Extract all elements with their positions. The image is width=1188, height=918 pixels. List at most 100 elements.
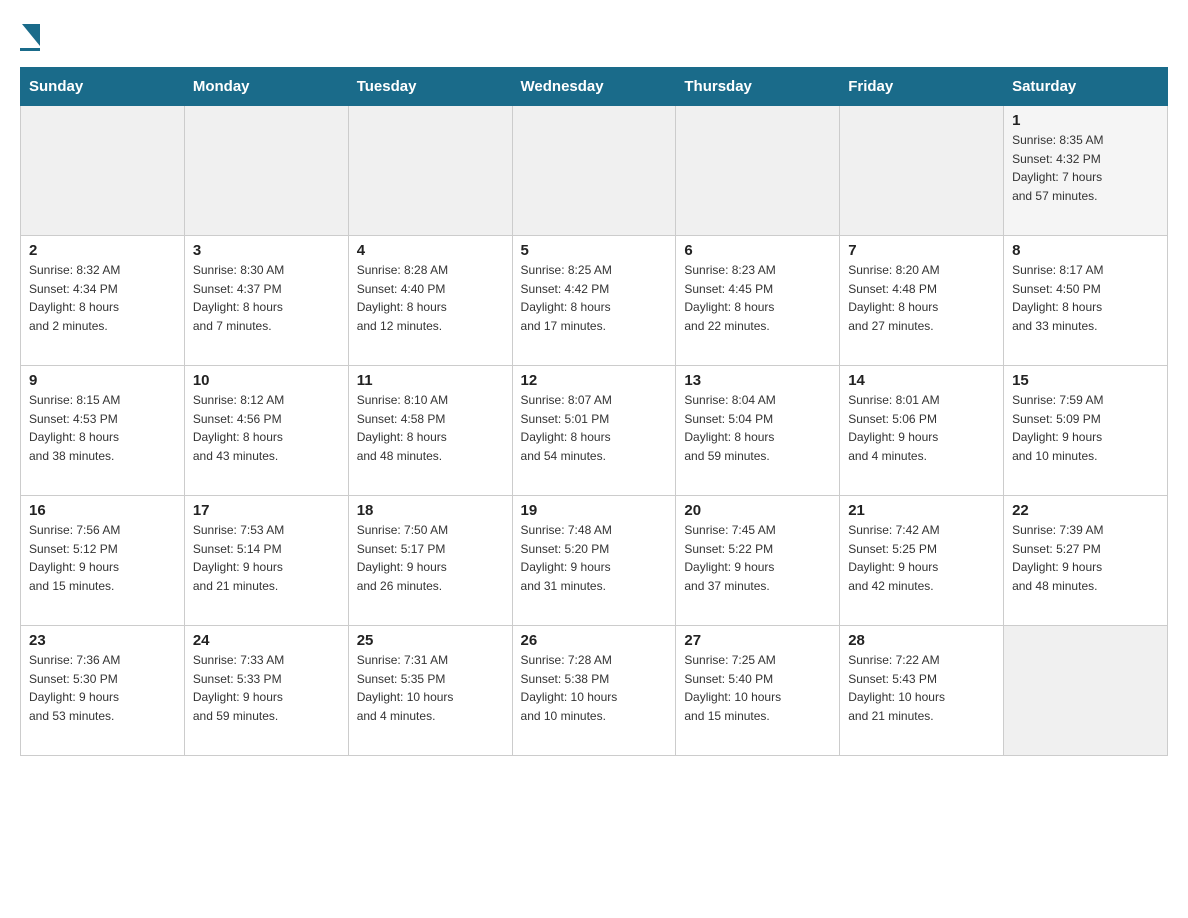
calendar-cell: 17 Sunrise: 7:53 AM Sunset: 5:14 PM Dayli… <box>184 496 348 626</box>
day-info: Sunrise: 8:23 AM Sunset: 4:45 PM Dayligh… <box>684 263 775 333</box>
day-info: Sunrise: 7:53 AM Sunset: 5:14 PM Dayligh… <box>193 523 284 593</box>
calendar-week-row-4: 16 Sunrise: 7:56 AM Sunset: 5:12 PM Dayli… <box>21 496 1168 626</box>
day-info: Sunrise: 7:56 AM Sunset: 5:12 PM Dayligh… <box>29 523 120 593</box>
calendar-cell: 15 Sunrise: 7:59 AM Sunset: 5:09 PM Dayli… <box>1004 366 1168 496</box>
calendar-cell: 24 Sunrise: 7:33 AM Sunset: 5:33 PM Dayli… <box>184 626 348 756</box>
day-info: Sunrise: 7:45 AM Sunset: 5:22 PM Dayligh… <box>684 523 775 593</box>
day-number: 19 <box>521 502 668 519</box>
day-info: Sunrise: 7:28 AM Sunset: 5:38 PM Dayligh… <box>521 653 618 723</box>
day-number: 4 <box>357 242 504 259</box>
calendar-week-row-5: 23Sunrise: 7:36 AM Sunset: 5:30 PM Dayli… <box>21 626 1168 756</box>
weekday-header-tuesday: Tuesday <box>348 68 512 106</box>
weekday-header-sunday: Sunday <box>21 68 185 106</box>
day-info: Sunrise: 7:22 AM Sunset: 5:43 PM Dayligh… <box>848 653 945 723</box>
day-info: Sunrise: 8:35 AM Sunset: 4:32 PM Dayligh… <box>1012 133 1103 203</box>
weekday-header-wednesday: Wednesday <box>512 68 676 106</box>
calendar-cell: 18Sunrise: 7:50 AM Sunset: 5:17 PM Dayli… <box>348 496 512 626</box>
day-number: 14 <box>848 372 995 389</box>
calendar-cell: 12 Sunrise: 8:07 AM Sunset: 5:01 PM Dayli… <box>512 366 676 496</box>
day-number: 16 <box>29 502 176 519</box>
day-number: 17 <box>193 502 340 519</box>
logo-underline <box>20 48 40 51</box>
day-info: Sunrise: 8:17 AM Sunset: 4:50 PM Dayligh… <box>1012 263 1103 333</box>
calendar-cell: 19 Sunrise: 7:48 AM Sunset: 5:20 PM Dayli… <box>512 496 676 626</box>
calendar-cell: 16 Sunrise: 7:56 AM Sunset: 5:12 PM Dayli… <box>21 496 185 626</box>
day-number: 3 <box>193 242 340 259</box>
calendar-cell: 11Sunrise: 8:10 AM Sunset: 4:58 PM Dayli… <box>348 366 512 496</box>
calendar-cell: 4 Sunrise: 8:28 AM Sunset: 4:40 PM Daylig… <box>348 236 512 366</box>
calendar-cell <box>21 106 185 236</box>
day-info: Sunrise: 7:39 AM Sunset: 5:27 PM Dayligh… <box>1012 523 1103 593</box>
day-number: 11 <box>357 372 504 389</box>
day-info: Sunrise: 7:59 AM Sunset: 5:09 PM Dayligh… <box>1012 393 1103 463</box>
day-info: Sunrise: 8:12 AM Sunset: 4:56 PM Dayligh… <box>193 393 284 463</box>
day-info: Sunrise: 8:15 AM Sunset: 4:53 PM Dayligh… <box>29 393 120 463</box>
logo-arrow-icon <box>22 24 40 46</box>
calendar-cell: 8 Sunrise: 8:17 AM Sunset: 4:50 PM Daylig… <box>1004 236 1168 366</box>
weekday-header-row: SundayMondayTuesdayWednesdayThursdayFrid… <box>21 68 1168 106</box>
calendar-cell: 1 Sunrise: 8:35 AM Sunset: 4:32 PM Daylig… <box>1004 106 1168 236</box>
weekday-header-thursday: Thursday <box>676 68 840 106</box>
calendar-cell: 20 Sunrise: 7:45 AM Sunset: 5:22 PM Dayli… <box>676 496 840 626</box>
day-info: Sunrise: 7:25 AM Sunset: 5:40 PM Dayligh… <box>684 653 781 723</box>
day-info: Sunrise: 7:42 AM Sunset: 5:25 PM Dayligh… <box>848 523 939 593</box>
page-header <box>20 20 1168 51</box>
calendar-cell: 10 Sunrise: 8:12 AM Sunset: 4:56 PM Dayli… <box>184 366 348 496</box>
calendar-cell <box>348 106 512 236</box>
day-number: 22 <box>1012 502 1159 519</box>
day-number: 21 <box>848 502 995 519</box>
day-info: Sunrise: 8:25 AM Sunset: 4:42 PM Dayligh… <box>521 263 612 333</box>
day-info: Sunrise: 8:32 AM Sunset: 4:34 PM Dayligh… <box>29 263 120 333</box>
calendar-cell <box>184 106 348 236</box>
calendar-table: SundayMondayTuesdayWednesdayThursdayFrid… <box>20 67 1168 756</box>
day-number: 1 <box>1012 112 1159 129</box>
calendar-cell: 28 Sunrise: 7:22 AM Sunset: 5:43 PM Dayli… <box>840 626 1004 756</box>
calendar-cell <box>840 106 1004 236</box>
day-info: Sunrise: 7:48 AM Sunset: 5:20 PM Dayligh… <box>521 523 612 593</box>
day-info: Sunrise: 8:07 AM Sunset: 5:01 PM Dayligh… <box>521 393 612 463</box>
day-number: 6 <box>684 242 831 259</box>
weekday-header-friday: Friday <box>840 68 1004 106</box>
calendar-cell: 6 Sunrise: 8:23 AM Sunset: 4:45 PM Daylig… <box>676 236 840 366</box>
day-number: 20 <box>684 502 831 519</box>
calendar-cell: 21 Sunrise: 7:42 AM Sunset: 5:25 PM Dayli… <box>840 496 1004 626</box>
calendar-cell: 25Sunrise: 7:31 AM Sunset: 5:35 PM Dayli… <box>348 626 512 756</box>
day-info: Sunrise: 8:30 AM Sunset: 4:37 PM Dayligh… <box>193 263 284 333</box>
calendar-cell: 9 Sunrise: 8:15 AM Sunset: 4:53 PM Daylig… <box>21 366 185 496</box>
calendar-cell <box>676 106 840 236</box>
calendar-cell: 2 Sunrise: 8:32 AM Sunset: 4:34 PM Daylig… <box>21 236 185 366</box>
day-number: 27 <box>684 632 831 649</box>
calendar-cell: 14Sunrise: 8:01 AM Sunset: 5:06 PM Dayli… <box>840 366 1004 496</box>
day-number: 25 <box>357 632 504 649</box>
day-number: 15 <box>1012 372 1159 389</box>
calendar-cell: 5 Sunrise: 8:25 AM Sunset: 4:42 PM Daylig… <box>512 236 676 366</box>
day-number: 9 <box>29 372 176 389</box>
day-number: 7 <box>848 242 995 259</box>
day-number: 23 <box>29 632 176 649</box>
calendar-cell: 27 Sunrise: 7:25 AM Sunset: 5:40 PM Dayli… <box>676 626 840 756</box>
day-number: 12 <box>521 372 668 389</box>
day-number: 2 <box>29 242 176 259</box>
day-number: 18 <box>357 502 504 519</box>
day-number: 28 <box>848 632 995 649</box>
day-info: Sunrise: 8:28 AM Sunset: 4:40 PM Dayligh… <box>357 263 448 333</box>
calendar-cell <box>512 106 676 236</box>
day-number: 8 <box>1012 242 1159 259</box>
calendar-week-row-1: 1 Sunrise: 8:35 AM Sunset: 4:32 PM Daylig… <box>21 106 1168 236</box>
day-info: Sunrise: 8:20 AM Sunset: 4:48 PM Dayligh… <box>848 263 939 333</box>
calendar-week-row-3: 9 Sunrise: 8:15 AM Sunset: 4:53 PM Daylig… <box>21 366 1168 496</box>
calendar-cell: 13Sunrise: 8:04 AM Sunset: 5:04 PM Dayli… <box>676 366 840 496</box>
day-number: 13 <box>684 372 831 389</box>
calendar-cell: 23Sunrise: 7:36 AM Sunset: 5:30 PM Dayli… <box>21 626 185 756</box>
calendar-cell <box>1004 626 1168 756</box>
calendar-cell: 26 Sunrise: 7:28 AM Sunset: 5:38 PM Dayli… <box>512 626 676 756</box>
weekday-header-monday: Monday <box>184 68 348 106</box>
day-number: 24 <box>193 632 340 649</box>
calendar-week-row-2: 2 Sunrise: 8:32 AM Sunset: 4:34 PM Daylig… <box>21 236 1168 366</box>
logo <box>20 20 40 51</box>
day-number: 5 <box>521 242 668 259</box>
day-number: 10 <box>193 372 340 389</box>
calendar-cell: 7 Sunrise: 8:20 AM Sunset: 4:48 PM Daylig… <box>840 236 1004 366</box>
day-number: 26 <box>521 632 668 649</box>
day-info: Sunrise: 7:33 AM Sunset: 5:33 PM Dayligh… <box>193 653 284 723</box>
